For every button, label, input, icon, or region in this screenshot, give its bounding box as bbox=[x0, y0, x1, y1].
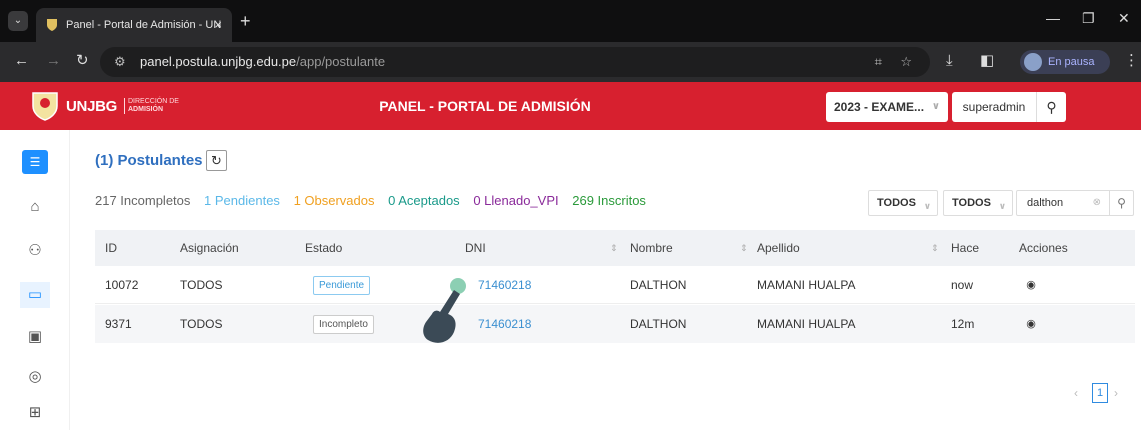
eye-icon[interactable]: ◉ bbox=[1021, 314, 1041, 334]
cell-hace: 12m bbox=[951, 317, 975, 331]
sort-icon[interactable]: ⇕ bbox=[931, 230, 939, 266]
exam-period-value: 2023 - EXAME... bbox=[834, 100, 925, 114]
filter-2-value: TODOS bbox=[952, 197, 991, 209]
counter-incompletos[interactable]: 217 Incompletos bbox=[95, 193, 190, 208]
exam-period-select[interactable]: 2023 - EXAME... ∨ bbox=[826, 92, 948, 122]
pager-next-icon[interactable]: › bbox=[1114, 386, 1118, 400]
translate-icon[interactable]: ⌗ bbox=[875, 47, 882, 77]
clear-search-icon[interactable]: ⊗ bbox=[1093, 191, 1101, 215]
col-apellido[interactable]: Apellido bbox=[757, 230, 800, 266]
watch-icon[interactable]: ◎ bbox=[24, 366, 46, 388]
col-estado[interactable]: Estado bbox=[305, 230, 342, 266]
status-counters: 217 Incompletos 1 Pendientes 1 Observado… bbox=[95, 193, 656, 208]
table-header: ID Asignación Estado DNI ⇕ Nombre ⇕ Apel… bbox=[95, 230, 1135, 266]
refresh-icon[interactable]: ↻ bbox=[206, 150, 227, 171]
minimize-icon[interactable]: — bbox=[1046, 10, 1060, 26]
folder-icon[interactable]: ▭ bbox=[24, 284, 46, 306]
menu-toggle-icon[interactable]: ☰ bbox=[22, 150, 48, 174]
table-row: 10072 TODOS Pendiente 71460218 DALTHON M… bbox=[95, 266, 1135, 304]
counter-aceptados[interactable]: 0 Aceptados bbox=[388, 193, 460, 208]
search-input[interactable]: dalthon ⊗ bbox=[1016, 190, 1110, 216]
username-display: superadmin bbox=[952, 92, 1036, 122]
cell-id: 9371 bbox=[105, 317, 132, 331]
filter-1-value: TODOS bbox=[877, 197, 916, 209]
cell-apellido: MAMANI HUALPA bbox=[757, 317, 856, 331]
back-icon[interactable]: ← bbox=[14, 53, 29, 68]
forward-icon[interactable]: → bbox=[46, 53, 61, 68]
url-host: panel.postula.unjbg.edu.pe bbox=[140, 54, 297, 69]
counter-observados[interactable]: 1 Observados bbox=[294, 193, 375, 208]
counter-llenado-vpi[interactable]: 0 Llenado_VPI bbox=[473, 193, 558, 208]
cell-apellido: MAMANI HUALPA bbox=[757, 278, 856, 292]
close-tab-icon[interactable]: × bbox=[214, 17, 222, 32]
filter-select-1[interactable]: TODOS ∨ bbox=[868, 190, 938, 216]
status-badge: Incompleto bbox=[313, 315, 374, 334]
counter-inscritos[interactable]: 269 Inscritos bbox=[572, 193, 646, 208]
cell-dni-link[interactable]: 71460218 bbox=[478, 305, 531, 343]
network-icon[interactable]: ⊞ bbox=[24, 402, 46, 424]
pointer-hand-icon bbox=[423, 278, 466, 343]
download-icon[interactable]: ⤓ bbox=[946, 53, 953, 68]
reload-icon[interactable]: ↻ bbox=[76, 53, 89, 68]
tab-search-icon[interactable]: ⌄ bbox=[8, 11, 28, 31]
close-window-icon[interactable]: ✕ bbox=[1118, 10, 1130, 27]
site-settings-icon[interactable]: ⚙ bbox=[114, 47, 126, 77]
col-id[interactable]: ID bbox=[105, 230, 117, 266]
monitor-icon[interactable]: ▣ bbox=[24, 326, 46, 348]
url-path: /app/postulante bbox=[296, 54, 386, 69]
page-title: (1) Postulantes bbox=[95, 152, 203, 169]
chevron-down-icon: ∨ bbox=[923, 201, 931, 211]
avatar bbox=[1024, 53, 1042, 71]
restore-icon[interactable]: ❐ bbox=[1082, 10, 1095, 27]
new-tab-button[interactable]: + bbox=[240, 12, 251, 30]
browser-tab[interactable]: Panel - Portal de Admisión - UN × bbox=[36, 8, 232, 42]
status-badge: Pendiente bbox=[313, 276, 371, 295]
cell-asignacion: TODOS bbox=[180, 317, 223, 331]
cell-nombre: DALTHON bbox=[630, 278, 687, 292]
favicon-icon bbox=[47, 19, 57, 31]
users-icon[interactable]: ⚇ bbox=[24, 240, 46, 262]
sort-icon[interactable]: ⇕ bbox=[740, 230, 748, 266]
pager-current-page[interactable]: 1 bbox=[1092, 383, 1108, 403]
col-hace[interactable]: Hace bbox=[951, 230, 979, 266]
col-acciones: Acciones bbox=[1019, 241, 1068, 255]
chevron-down-icon: ∨ bbox=[931, 101, 940, 112]
address-bar[interactable]: ⚙ panel.postula.unjbg.edu.pe/app/postula… bbox=[100, 47, 930, 77]
user-icon[interactable]: ⚲ bbox=[1036, 92, 1066, 122]
app-header: UNJBG DIRECCIÓN DE ADMISIÓN PANEL - PORT… bbox=[0, 82, 1141, 130]
browser-tab-bar: ⌄ Panel - Portal de Admisión - UN × + — … bbox=[0, 0, 1141, 42]
bookmark-star-icon[interactable]: ☆ bbox=[900, 47, 912, 77]
cell-id: 10072 bbox=[105, 278, 139, 292]
tab-title: Panel - Portal de Admisión - UN bbox=[66, 19, 222, 31]
side-panel-icon[interactable]: ◧ bbox=[980, 53, 994, 68]
search-value: dalthon bbox=[1027, 197, 1064, 209]
sort-icon[interactable]: ⇕ bbox=[610, 230, 618, 266]
browser-toolbar: ← → ↻ ⚙ panel.postula.unjbg.edu.pe/app/p… bbox=[0, 42, 1141, 82]
cell-asignacion: TODOS bbox=[180, 278, 223, 292]
profile-status: En pausa bbox=[1048, 56, 1095, 68]
table-row: 9371 TODOS Incompleto 71460218 DALTHON M… bbox=[95, 305, 1135, 343]
search-icon[interactable]: ⚲ bbox=[1110, 190, 1134, 216]
home-icon[interactable]: ⌂ bbox=[24, 196, 46, 218]
cell-hace: now bbox=[951, 278, 974, 292]
pager-prev-icon[interactable]: ‹ bbox=[1074, 386, 1078, 400]
cell-nombre: DALTHON bbox=[630, 317, 687, 331]
kebab-menu-icon[interactable]: ⋮ bbox=[1124, 53, 1139, 68]
eye-icon[interactable]: ◉ bbox=[1021, 275, 1041, 295]
col-dni[interactable]: DNI bbox=[465, 230, 486, 266]
col-nombre[interactable]: Nombre bbox=[630, 230, 673, 266]
cell-dni-link[interactable]: 71460218 bbox=[478, 266, 531, 304]
header-title: PANEL - PORTAL DE ADMISIÓN bbox=[379, 98, 591, 114]
filter-select-2[interactable]: TODOS ∨ bbox=[943, 190, 1013, 216]
col-asignacion[interactable]: Asignación bbox=[180, 230, 239, 266]
profile-button[interactable]: En pausa bbox=[1020, 50, 1110, 74]
counter-pendientes[interactable]: 1 Pendientes bbox=[204, 193, 280, 208]
chevron-down-icon: ∨ bbox=[998, 201, 1006, 211]
